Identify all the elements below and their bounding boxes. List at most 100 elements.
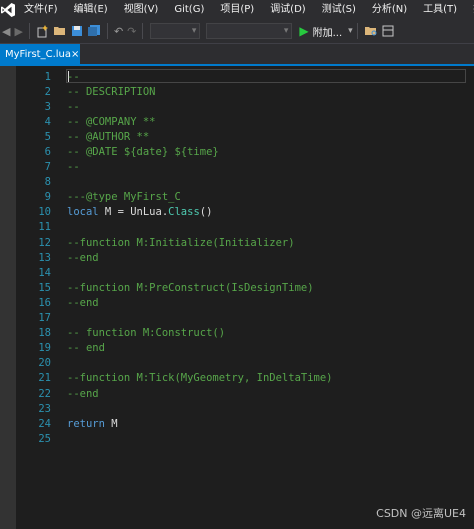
menu-item[interactable]: 视图(V) [116,0,167,19]
code-line[interactable]: 5 -- @AUTHOR ** [17,129,474,144]
tab-myfirst-c-lua[interactable]: MyFirst_C.lua × [0,44,80,64]
menu-item[interactable]: 项目(P) [212,0,262,19]
browse-folder-icon[interactable] [364,21,378,41]
undo-icon[interactable]: ↶ [114,21,123,41]
open-folder-icon[interactable] [53,21,67,41]
menu-item[interactable]: 调试(D) [262,0,314,19]
menu-bar: 文件(F) 编辑(E) 视图(V) Git(G) 项目(P) 调试(D) 测试(S) 分析(N… [0,0,474,19]
code-line[interactable]: 1 -- [17,69,474,84]
line-number: 11 [38,221,51,234]
line-number: 13 [38,251,51,264]
code-line[interactable]: 15 --function M:PreConstruct(IsDesignTime… [17,280,474,295]
navigate-forward-icon[interactable]: ▶ [14,21,22,41]
toolbar-extra-icon[interactable] [382,21,394,41]
line-number: 5 [44,130,51,143]
code-line[interactable]: 4 -- @COMPANY ** [17,114,474,129]
code-token: --end [67,387,99,400]
code-line[interactable]: 22 --end [17,386,474,401]
save-all-icon[interactable] [87,21,101,41]
code-line[interactable]: 19 -- end [17,341,474,356]
menu-item[interactable]: 编辑(E) [66,0,116,19]
code-token: --function M:Initialize(Initializer) [67,236,295,249]
code-line[interactable]: 8 [17,175,474,190]
solution-platform-dropdown[interactable] [206,23,293,39]
menu-item[interactable]: 文件(F) [16,0,66,19]
code-line[interactable]: 2 -- DESCRIPTION [17,84,474,99]
code-editor[interactable]: 1 -- 2 -- DESCRIPTION 3 -- 4 -- @COMPANY ** 5 -- … [0,66,474,529]
menu-item[interactable]: 扩展 [465,0,474,19]
code-line[interactable]: 9 ---@type MyFirst_C [17,190,474,205]
menu-items: 文件(F) 编辑(E) 视图(V) Git(G) 项目(P) 调试(D) 测试(S) 分析(N… [16,0,474,19]
code-token: -- end [67,342,105,355]
line-number: 4 [44,115,51,128]
line-number: 24 [38,417,51,430]
code-token: --end [67,251,99,264]
line-number: 23 [38,402,51,415]
line-number: 14 [38,266,51,279]
menu-item[interactable]: Git(G) [166,0,212,19]
code-line[interactable]: 20 [17,356,474,371]
code-token: -- @AUTHOR ** [67,130,150,143]
line-number: 19 [38,342,51,355]
code-line[interactable]: 16 --end [17,295,474,310]
line-number: 20 [38,357,51,370]
code-line[interactable]: 21 --function M:Tick(MyGeometry, InDeltaT… [17,371,474,386]
line-number: 8 [44,176,51,189]
chevron-down-icon: ▾ [348,26,353,36]
toolbar-separator [28,23,30,39]
toolbar-separator [356,23,358,39]
close-icon[interactable]: × [71,49,79,60]
line-number: 12 [38,236,51,249]
toolbar-separator [106,23,108,39]
line-number: 21 [38,372,51,385]
code-token: ---@type MyFirst_C [67,191,181,204]
save-icon[interactable] [71,21,83,41]
code-line[interactable]: 10 local M = UnLua. Class() [17,205,474,220]
code-line[interactable]: 13 --end [17,250,474,265]
code-line[interactable]: 14 [17,265,474,280]
code-token: --function M:PreConstruct(IsDesignTime) [67,281,314,294]
solution-configuration-dropdown[interactable] [150,23,201,39]
new-project-icon[interactable] [36,21,49,41]
code-token: -- [67,70,80,83]
code-line[interactable]: 18 -- function M:Construct() [17,326,474,341]
code-line[interactable]: 25 [17,431,474,446]
line-number: 9 [44,191,51,204]
line-number: 3 [44,100,51,113]
line-number: 7 [44,161,51,174]
code-token: -- [67,161,80,174]
line-number: 16 [38,296,51,309]
code-line[interactable]: 24 return M [17,416,474,431]
code-lines: 1 -- 2 -- DESCRIPTION 3 -- 4 -- @COMPANY ** 5 -- … [17,69,474,446]
line-number: 1 [44,70,51,83]
line-number: 2 [44,85,51,98]
code-line[interactable]: 11 [17,220,474,235]
redo-icon[interactable]: ↷ [127,21,136,41]
code-token: -- DESCRIPTION [67,85,156,98]
line-number: 17 [38,312,51,325]
menu-item[interactable]: 分析(N) [364,0,415,19]
code-token: --function M:Tick(MyGeometry, InDeltaTim… [67,372,333,385]
attach-label: 附加... [312,27,343,39]
code-line[interactable]: 7 -- [17,160,474,175]
visual-studio-logo-icon[interactable] [0,0,16,19]
line-number: 18 [38,327,51,340]
code-token: -- @COMPANY ** [67,115,156,128]
menu-item[interactable]: 工具(T) [415,0,465,19]
play-icon: ▶ [299,24,309,38]
code-line[interactable]: 12 --function M:Initialize(Initializer) [17,235,474,250]
attach-button[interactable]: ▶ 附加... ▾ [299,24,352,39]
code-line[interactable]: 6 -- @DATE ${date} ${time} [17,144,474,159]
menu-item[interactable]: 测试(S) [314,0,364,19]
document-tab-strip: MyFirst_C.lua × [0,44,474,66]
navigate-back-icon[interactable]: ◀ [2,21,10,41]
toolbar: ◀ ▶ ↶ ↷ ▶ 附加... ▾ [0,19,474,44]
code-line[interactable]: 23 [17,401,474,416]
line-number: 15 [38,281,51,294]
code-token: Class [168,206,200,219]
code-line[interactable]: 3 -- [17,99,474,114]
code-line[interactable]: 17 [17,311,474,326]
line-number: 25 [38,432,51,445]
code-token: -- @DATE ${date} ${time} [67,146,219,159]
code-token: -- function M:Construct() [67,327,226,340]
